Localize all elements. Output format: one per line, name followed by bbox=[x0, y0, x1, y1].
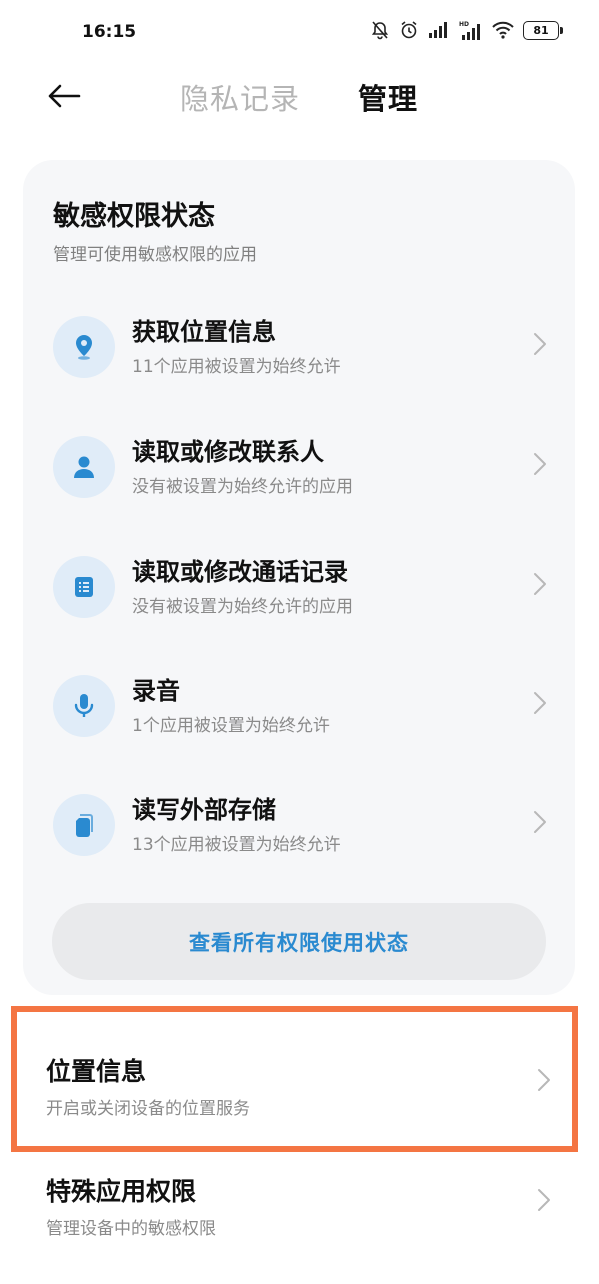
card-subtitle: 管理可使用敏感权限的应用 bbox=[53, 245, 257, 265]
permission-item-microphone[interactable]: 录音 1个应用被设置为始终允许 bbox=[23, 655, 575, 765]
back-arrow-icon bbox=[47, 84, 81, 112]
mute-icon bbox=[370, 20, 390, 40]
battery-icon: 81 bbox=[523, 20, 563, 40]
permission-title: 读取或修改联系人 bbox=[132, 438, 324, 466]
chevron-right-icon bbox=[537, 1068, 551, 1096]
sensitive-permissions-card: 敏感权限状态 管理可使用敏感权限的应用 获取位置信息 11个应用被设置为始终允许… bbox=[23, 160, 575, 995]
permission-desc: 没有被设置为始终允许的应用 bbox=[132, 597, 353, 617]
call-log-icon bbox=[53, 556, 115, 618]
permission-desc: 13个应用被设置为始终允许 bbox=[132, 835, 341, 855]
special-app-permissions-row[interactable]: 特殊应用权限 管理设备中的敏感权限 bbox=[0, 1150, 599, 1250]
status-bar: 16:15 HD 81 bbox=[0, 0, 599, 68]
status-time: 16:15 bbox=[82, 22, 137, 42]
location-settings-row[interactable]: 位置信息 开启或关闭设备的位置服务 bbox=[0, 1030, 599, 1130]
permission-item-storage[interactable]: 读写外部存储 13个应用被设置为始终允许 bbox=[23, 774, 575, 884]
tab-privacy-records[interactable]: 隐私记录 bbox=[180, 76, 300, 118]
permission-title: 读写外部存储 bbox=[132, 796, 276, 824]
row-desc: 管理设备中的敏感权限 bbox=[46, 1219, 216, 1239]
signal-icon bbox=[428, 22, 450, 38]
top-nav: 隐私记录 管理 bbox=[0, 68, 599, 128]
permission-title: 读取或修改通话记录 bbox=[132, 558, 348, 586]
chevron-right-icon bbox=[533, 691, 547, 719]
storage-icon bbox=[53, 794, 115, 856]
chevron-right-icon bbox=[537, 1188, 551, 1216]
permission-item-call-log[interactable]: 读取或修改通话记录 没有被设置为始终允许的应用 bbox=[23, 536, 575, 646]
permission-item-contacts[interactable]: 读取或修改联系人 没有被设置为始终允许的应用 bbox=[23, 416, 575, 526]
row-desc: 开启或关闭设备的位置服务 bbox=[46, 1099, 250, 1119]
microphone-icon bbox=[53, 675, 115, 737]
card-title: 敏感权限状态 bbox=[53, 201, 215, 232]
status-icons: HD 81 bbox=[370, 20, 563, 40]
permission-title: 录音 bbox=[132, 677, 180, 705]
row-title: 位置信息 bbox=[46, 1057, 147, 1086]
permission-item-location[interactable]: 获取位置信息 11个应用被设置为始终允许 bbox=[23, 296, 575, 406]
chevron-right-icon bbox=[533, 452, 547, 480]
row-title: 特殊应用权限 bbox=[46, 1177, 197, 1206]
location-icon bbox=[53, 316, 115, 378]
permission-title: 获取位置信息 bbox=[132, 318, 276, 346]
tab-manage[interactable]: 管理 bbox=[358, 76, 418, 118]
chevron-right-icon bbox=[533, 572, 547, 600]
chevron-right-icon bbox=[533, 810, 547, 838]
back-button[interactable] bbox=[44, 78, 84, 118]
alarm-icon bbox=[399, 20, 419, 40]
hd-signal-icon: HD bbox=[459, 20, 483, 40]
svg-text:HD: HD bbox=[459, 21, 469, 28]
contact-icon bbox=[53, 436, 115, 498]
view-all-permissions-button[interactable]: 查看所有权限使用状态 bbox=[52, 903, 546, 980]
permission-desc: 1个应用被设置为始终允许 bbox=[132, 716, 330, 736]
chevron-right-icon bbox=[533, 332, 547, 360]
permission-desc: 11个应用被设置为始终允许 bbox=[132, 357, 341, 377]
wifi-icon bbox=[492, 21, 514, 39]
permission-desc: 没有被设置为始终允许的应用 bbox=[132, 477, 353, 497]
